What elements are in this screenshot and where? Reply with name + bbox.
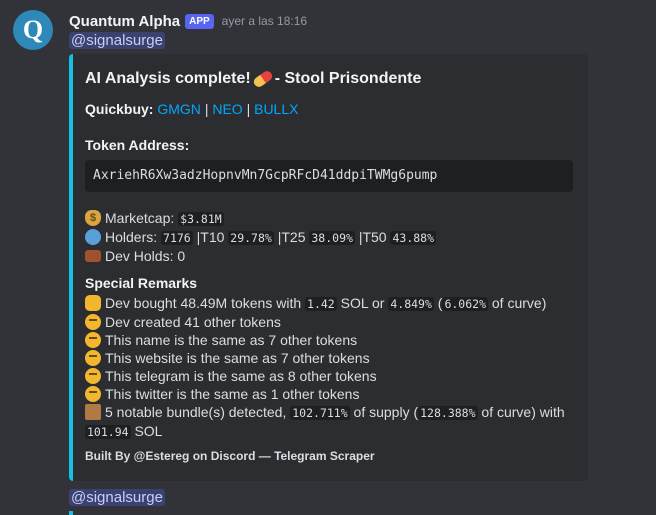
avatar[interactable]: Q (13, 10, 53, 50)
mention[interactable]: @signalsurge (69, 489, 165, 506)
quickbuy-link-bullx[interactable]: BULLX (254, 101, 298, 117)
marketcap-value: $3.81M (178, 212, 224, 226)
money-bag-icon (85, 210, 101, 226)
t50-label: T50 (362, 229, 387, 245)
thinking-face-icon (85, 386, 101, 402)
bundle-text-2: of supply ( (353, 404, 419, 420)
thinking-face-icon (85, 368, 101, 384)
marketcap-label: Marketcap: (105, 210, 175, 226)
bundle-text: 5 notable bundle(s) detected, (105, 404, 287, 420)
holders-value: 7176 (161, 231, 193, 245)
bundle-row: 5 notable bundle(s) detected, 102.711% o… (85, 403, 565, 422)
token-address-code[interactable]: AxriehR6Xw3adzHopnvMn7GcpRFcD41ddpiTWMg6… (85, 160, 573, 192)
thinking-face-icon (85, 332, 101, 348)
app-badge: APP (185, 13, 214, 29)
t25-value: 38.09% (309, 231, 355, 245)
bundle-curve: 128.388% (418, 406, 478, 420)
thumbs-up-icon (85, 295, 101, 311)
dev-holds-text: Dev Holds: 0 (105, 248, 186, 264)
bundle-row-cont: 101.94 SOL (85, 422, 162, 441)
holders-label: Holders: (105, 229, 158, 245)
dev-bought-pct: 4.849% (388, 297, 434, 311)
quickbuy-link-gmgn[interactable]: GMGN (157, 101, 201, 117)
remark-item: Dev created 41 other tokens (85, 313, 281, 331)
mention-row: @signalsurge (69, 488, 165, 508)
t10-label: T10 (200, 229, 225, 245)
dev-bought-text: Dev bought 48.49M tokens with (105, 295, 302, 311)
t10-value: 29.78% (228, 231, 274, 245)
dev-bought-row: Dev bought 48.49M tokens with 1.42 SOL o… (85, 294, 546, 313)
dev-holds-row: Dev Holds: 0 (85, 247, 185, 265)
separator: | (204, 101, 209, 117)
dev-bought-text-2: SOL or (340, 295, 385, 311)
token-address-label: Token Address: (85, 137, 190, 153)
t50-value: 43.88% (390, 231, 437, 245)
embed-footer: Built By @Estereg on Discord — Telegram … (85, 449, 375, 463)
remark-item: This website is the same as 7 other toke… (85, 349, 370, 367)
thinking-face-icon (85, 314, 101, 330)
thinking-face-icon (85, 350, 101, 366)
separator: | (246, 101, 251, 117)
briefcase-icon (85, 250, 101, 262)
people-icon (85, 229, 101, 245)
remark-text: This twitter is the same as 1 other toke… (105, 386, 360, 402)
pill-icon (251, 68, 274, 89)
quickbuy-label: Quickbuy: (85, 101, 154, 117)
holders-row: Holders: 7176 |T10 29.78% |T25 38.09% |T… (85, 228, 437, 247)
bundle-text-4: SOL (134, 423, 163, 439)
remark-text: This website is the same as 7 other toke… (105, 350, 370, 366)
embed-accent-peek (69, 511, 73, 515)
package-icon (85, 404, 101, 420)
remark-text: This name is the same as 7 other tokens (105, 332, 358, 348)
mention-row: @signalsurge (69, 31, 165, 51)
dev-bought-curve: 6.062% (442, 297, 488, 311)
dev-bought-text-3: of curve) (491, 295, 547, 311)
timestamp[interactable]: ayer a las 18:16 (222, 14, 307, 28)
quickbuy-link-neo[interactable]: NEO (212, 101, 242, 117)
special-remarks-heading: Special Remarks (85, 275, 198, 291)
remark-text: Dev created 41 other tokens (105, 314, 281, 330)
remark-item: This twitter is the same as 1 other toke… (85, 385, 359, 403)
bundle-pct: 102.711% (290, 406, 350, 420)
marketcap-row: Marketcap: $3.81M (85, 209, 224, 228)
embed-title: AI Analysis complete! - Stool Prisondente (85, 68, 422, 89)
title-text: AI Analysis complete! (85, 70, 251, 87)
quickbuy-row: Quickbuy: GMGN | NEO | BULLX (85, 100, 298, 118)
bundle-text-3: of curve) with (481, 404, 565, 420)
title-suffix: - Stool Prisondente (274, 70, 422, 87)
t25-label: T25 (281, 229, 306, 245)
remark-item: This telegram is the same as 8 other tok… (85, 367, 377, 385)
bundle-sol: 101.94 (85, 425, 131, 439)
remark-text: This telegram is the same as 8 other tok… (105, 368, 377, 384)
remark-item: This name is the same as 7 other tokens (85, 331, 357, 349)
mention[interactable]: @signalsurge (69, 32, 165, 49)
avatar-letter: Q (22, 15, 44, 44)
embed: AI Analysis complete! - Stool Prisondente… (69, 54, 588, 481)
username[interactable]: Quantum Alpha (69, 13, 180, 30)
message-header: Quantum Alpha APP ayer a las 18:16 (69, 11, 307, 31)
dev-bought-sol: 1.42 (305, 297, 337, 311)
